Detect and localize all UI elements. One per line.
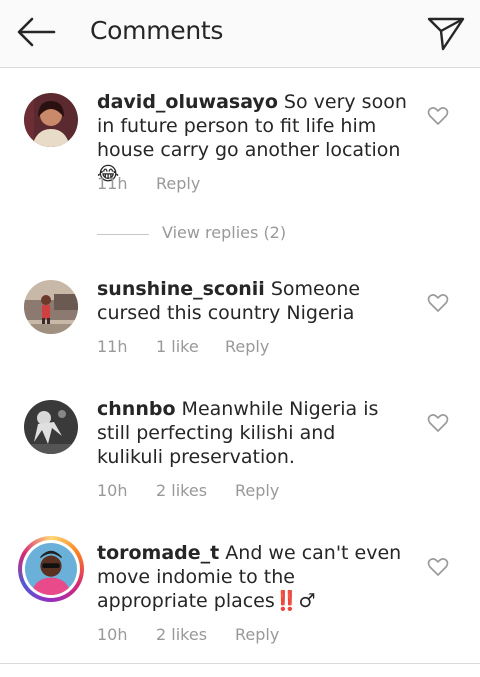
divider-line — [0, 663, 480, 664]
comment-time: 10h — [97, 625, 128, 644]
user-photo-icon — [24, 400, 78, 454]
user-photo-icon — [24, 93, 78, 147]
comment-username[interactable]: david_oluwasayo — [97, 91, 278, 113]
heart-icon[interactable] — [427, 106, 449, 126]
paper-plane-icon — [427, 17, 465, 51]
comment-text: toromade_t And we can't even move indomi… — [97, 541, 407, 613]
comment-time: 11h — [97, 174, 128, 193]
comment-time: 10h — [97, 481, 128, 500]
reply-button[interactable]: Reply — [225, 337, 269, 356]
avatar[interactable] — [24, 93, 78, 147]
avatar[interactable] — [24, 280, 78, 334]
avatar[interactable] — [18, 536, 84, 602]
back-button[interactable] — [14, 14, 58, 50]
story-ring — [22, 540, 80, 598]
heart-icon[interactable] — [427, 413, 449, 433]
view-replies-label[interactable]: View replies (2) — [162, 223, 286, 242]
comment-username[interactable]: chnnbo — [97, 398, 176, 420]
avatar[interactable] — [24, 400, 78, 454]
user-photo-icon — [25, 543, 77, 595]
comment-likes[interactable]: 1 like — [156, 337, 199, 356]
comments-header: Comments — [0, 0, 480, 68]
heart-icon[interactable] — [427, 293, 449, 313]
user-photo-icon — [24, 280, 78, 334]
reply-button[interactable]: Reply — [235, 481, 279, 500]
reply-button[interactable]: Reply — [156, 174, 200, 193]
comment-text: chnnbo Meanwhile Nigeria is still perfec… — [97, 397, 407, 469]
comment-likes[interactable]: 2 likes — [156, 625, 207, 644]
comment-text: david_oluwasayo So very soon in future p… — [97, 90, 407, 186]
comment-suffix: ‼️♂ — [274, 590, 316, 612]
comment-likes[interactable]: 2 likes — [156, 481, 207, 500]
comment-username[interactable]: toromade_t — [97, 542, 219, 564]
comment-text: sunshine_sconii Someone cursed this coun… — [97, 277, 407, 325]
divider-line — [97, 234, 149, 235]
reply-button[interactable]: Reply — [235, 625, 279, 644]
send-button[interactable] — [426, 12, 466, 52]
page-title: Comments — [90, 16, 224, 45]
arrow-left-icon — [17, 17, 56, 47]
comment-time: 11h — [97, 337, 128, 356]
heart-icon[interactable] — [427, 557, 449, 577]
comment-username[interactable]: sunshine_sconii — [97, 278, 265, 300]
